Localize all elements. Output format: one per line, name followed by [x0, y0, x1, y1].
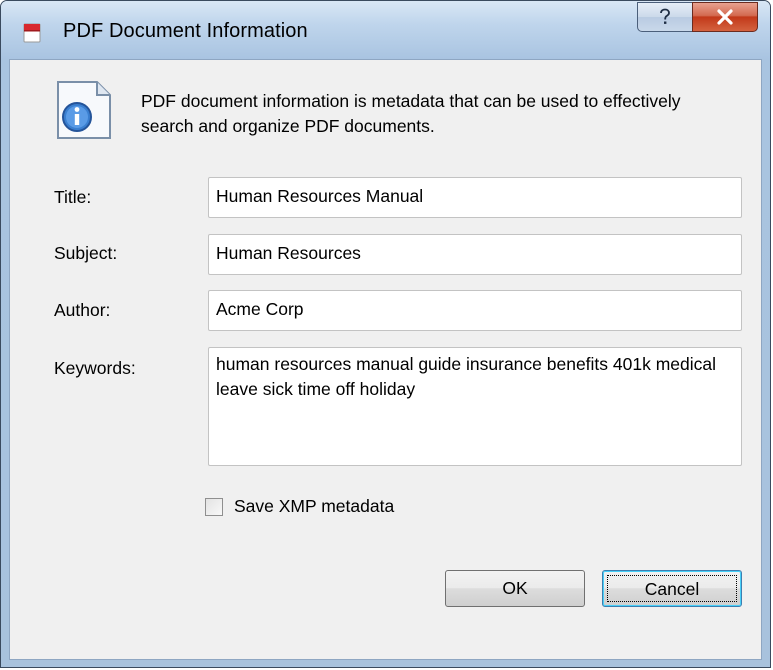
author-input[interactable]: Acme Corp: [208, 290, 742, 331]
title-bar[interactable]: PDF Document Information: [1, 1, 770, 59]
author-label: Author:: [54, 300, 111, 320]
cancel-button-label: Cancel: [607, 575, 737, 602]
pdf-document-icon[interactable]: [23, 23, 41, 43]
ok-button[interactable]: OK: [445, 570, 585, 607]
title-label: Title:: [54, 187, 92, 207]
close-x-icon: [717, 9, 733, 25]
window-title: PDF Document Information: [63, 20, 308, 42]
save-xmp-checkbox[interactable]: [205, 498, 223, 516]
info-description: PDF document information is metadata tha…: [141, 91, 681, 136]
keywords-label: Keywords:: [54, 358, 136, 378]
subject-input[interactable]: Human Resources: [208, 234, 742, 275]
close-button[interactable]: [692, 2, 758, 32]
subject-label: Subject:: [54, 243, 118, 263]
cancel-button[interactable]: Cancel: [602, 570, 742, 607]
help-question-icon: [660, 8, 670, 24]
keywords-textarea[interactable]: human resources manual guide insurance b…: [208, 347, 742, 466]
help-button[interactable]: [637, 2, 693, 32]
save-xmp-label[interactable]: Save XMP metadata: [234, 496, 394, 517]
info-document-icon: [55, 80, 113, 140]
title-input[interactable]: Human Resources Manual: [208, 177, 742, 218]
